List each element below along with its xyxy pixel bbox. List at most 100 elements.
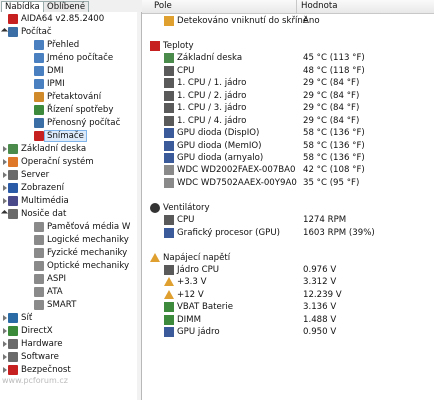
ipmi-icon <box>34 79 44 89</box>
sensor-row[interactable]: 1. CPU / 4. jádro 29 °C (84 °F) <box>142 115 434 127</box>
summary-icon <box>34 40 44 50</box>
field-value: 1274 RPM <box>303 215 347 226</box>
motherboard-icon <box>164 53 174 64</box>
sensor-row[interactable]: 1. CPU / 2. jádro 29 °C (84 °F) <box>142 90 434 102</box>
sensor-row[interactable]: WDC WD7502AAEX-00Y9A0 35 °C (95 °F) <box>142 177 434 189</box>
sensor-row[interactable]: +3.3 V 3.312 V <box>142 276 434 288</box>
tree-item-label: AIDA64 v2.85.2400 <box>21 14 105 24</box>
cpu-core-icon <box>164 78 174 89</box>
field-label: Napájecí napětí <box>163 252 231 263</box>
field-label: DIMM <box>177 314 201 325</box>
sensor-row[interactable]: DIMM 1.488 V <box>142 314 434 326</box>
field-label: Teploty <box>163 40 194 51</box>
tree-item-label: SMART <box>47 300 77 310</box>
sensor-row[interactable]: Grafický procesor (GPU) 1603 RPM (39%) <box>142 227 434 239</box>
tree-item-label: Snímače <box>44 130 87 142</box>
memory-media-icon <box>34 222 44 232</box>
field-label: VBAT Baterie <box>177 302 233 313</box>
gpu-icon <box>164 227 174 238</box>
power-icon <box>34 105 44 115</box>
field-label: GPU dioda (MemIO) <box>177 140 262 151</box>
warning-icon <box>164 277 174 287</box>
field-label: 1. CPU / 4. jádro <box>177 115 247 126</box>
field-label: GPU dioda (DispIO) <box>177 128 260 139</box>
sensor-row[interactable]: VBAT Baterie 3.136 V <box>142 301 434 313</box>
field-label: CPU <box>177 65 195 76</box>
sensor-row[interactable]: 1. CPU / 1. jádro 29 °C (84 °F) <box>142 77 434 89</box>
tree-item-label: Bezpečnost <box>21 365 71 375</box>
section-header[interactable]: Teploty <box>142 40 434 52</box>
logical-drive-icon <box>34 235 44 245</box>
field-label: +3.3 V <box>177 277 207 288</box>
gpu-icon <box>164 128 174 139</box>
tree-item-label: Síť <box>21 313 33 323</box>
field-value: 29 °C (84 °F) <box>303 90 360 101</box>
directx-icon <box>8 326 18 336</box>
security-icon <box>8 365 18 375</box>
column-hodnota[interactable]: Hodnota <box>301 1 338 11</box>
sensor-icon <box>34 131 44 141</box>
sensor-row[interactable]: Detekováno vniknutí do skříně Ano <box>142 15 434 27</box>
sensor-row[interactable]: GPU dioda (arnyalo) 58 °C (136 °F) <box>142 152 434 164</box>
field-label: Ventilátory <box>163 202 210 213</box>
watermark: www.pcforum.cz <box>2 376 68 385</box>
fan-icon <box>150 202 160 213</box>
tree-item-label: Počítač <box>21 27 52 37</box>
multimedia-icon <box>8 196 18 206</box>
sensor-row[interactable]: Jádro CPU 0.976 V <box>142 264 434 276</box>
tree-item-label: Optické mechaniky <box>47 261 130 271</box>
aspi-icon <box>34 274 44 284</box>
tree-item-label: Přehled <box>47 40 80 50</box>
details-panel: Pole Hodnota Detekováno vniknutí do skří… <box>142 0 434 400</box>
field-label: Grafický procesor (GPU) <box>177 227 280 238</box>
tree-item-label: Přenosný počítač <box>47 118 121 128</box>
cpu-icon <box>164 215 174 226</box>
cpu-core-icon <box>164 115 174 126</box>
field-label: 1. CPU / 2. jádro <box>177 90 247 101</box>
smart-icon <box>34 300 44 310</box>
dimm-icon <box>164 314 174 325</box>
field-value: 0.976 V <box>303 265 337 275</box>
sensor-row[interactable]: CPU 1274 RPM <box>142 214 434 226</box>
field-value: 58 °C (136 °F) <box>303 152 365 163</box>
field-label: Detekováno vniknutí do skříně <box>177 16 309 26</box>
sensor-row[interactable]: +12 V 12.239 V <box>142 289 434 301</box>
tree-item-label: Logické mechaniky <box>47 235 129 245</box>
display-icon <box>8 183 18 193</box>
navigation-tree: AIDA64 v2.85.2400 Počítač Přehled Jméno poč… <box>0 12 142 400</box>
gpu-icon <box>164 152 174 163</box>
computer-name-icon <box>34 53 44 63</box>
column-divider[interactable] <box>296 0 297 13</box>
field-value: 3.136 V <box>303 302 337 313</box>
tree-item-label: Zobrazení <box>21 183 65 193</box>
column-pole[interactable]: Pole <box>154 1 172 11</box>
sensor-row[interactable]: GPU dioda (DispIO) 58 °C (136 °F) <box>142 127 434 139</box>
sensor-row[interactable]: CPU 48 °C (118 °F) <box>142 65 434 77</box>
motherboard-icon <box>8 144 18 154</box>
field-value: Ano <box>303 16 320 26</box>
thermometer-icon <box>150 40 160 51</box>
storage-icon <box>8 209 18 219</box>
cpu-core-icon <box>164 103 174 114</box>
field-value: 48 °C (118 °F) <box>303 65 365 76</box>
section-header[interactable]: Ventilátory <box>142 202 434 214</box>
hdd-icon <box>164 165 174 176</box>
field-label: +12 V <box>177 289 204 300</box>
tree-item-label: ATA <box>47 287 63 297</box>
field-label: 1. CPU / 3. jádro <box>177 103 247 114</box>
sensor-row[interactable]: Základní deska 45 °C (113 °F) <box>142 52 434 64</box>
field-value: 1603 RPM (39%) <box>303 227 375 238</box>
sensor-row[interactable]: GPU jádro 0.950 V <box>142 326 434 338</box>
ata-icon <box>34 287 44 297</box>
sensor-row[interactable]: WDC WD2002FAEX-007BA0 42 °C (108 °F) <box>142 164 434 176</box>
aida64-icon <box>8 14 18 24</box>
sensor-row[interactable]: 1. CPU / 3. jádro 29 °C (84 °F) <box>142 102 434 114</box>
field-value: 58 °C (136 °F) <box>303 140 365 151</box>
physical-drive-icon <box>34 248 44 258</box>
sensor-row[interactable]: GPU dioda (MemIO) 58 °C (136 °F) <box>142 140 434 152</box>
field-value: 12.239 V <box>303 289 342 300</box>
field-value: 29 °C (84 °F) <box>303 103 360 114</box>
tree-item-label: DirectX <box>21 326 53 336</box>
field-value: 3.312 V <box>303 277 337 288</box>
section-header[interactable]: Napájecí napětí <box>142 252 434 264</box>
